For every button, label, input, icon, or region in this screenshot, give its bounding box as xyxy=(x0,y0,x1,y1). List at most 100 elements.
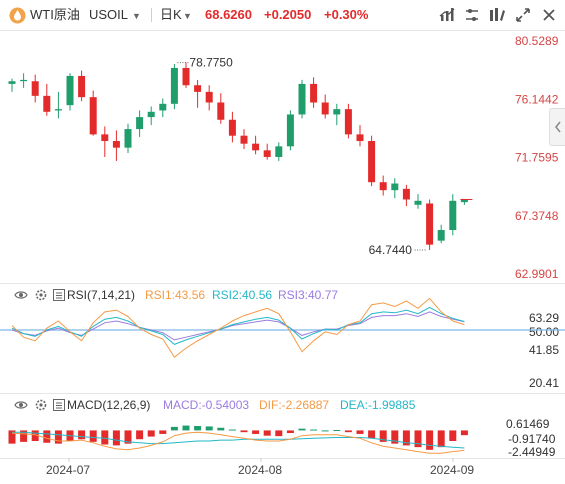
candle-body xyxy=(344,109,352,135)
macd-histogram-bar xyxy=(356,430,364,434)
macd-histogram-bar xyxy=(159,430,167,434)
candle-body xyxy=(240,135,248,144)
macd-histogram-bar xyxy=(170,426,178,431)
macd-axis-label: 0.61469 xyxy=(506,417,550,431)
candle-body xyxy=(275,146,283,157)
candle-body xyxy=(414,200,422,205)
macd-histogram-bar xyxy=(78,430,86,440)
macd-histogram-bar xyxy=(333,429,341,431)
macd-title: MACD(12,26,9) xyxy=(67,398,151,412)
macd-histogram-bar xyxy=(275,430,283,437)
macd-histogram-bar xyxy=(136,430,144,440)
candle-body xyxy=(66,75,74,106)
price-axis-label: 76.1442 xyxy=(515,92,559,106)
gear-icon[interactable] xyxy=(34,288,48,302)
candle-body xyxy=(159,103,167,111)
candle-body xyxy=(252,143,260,151)
candle-body xyxy=(228,119,236,136)
candle-body xyxy=(194,85,202,92)
gear-icon[interactable] xyxy=(34,398,48,412)
candle-body xyxy=(321,102,329,115)
high-annotation: 78.7750 xyxy=(189,56,233,70)
time-axis-label: 2024-07 xyxy=(46,463,90,477)
macd-histogram-bar xyxy=(228,429,236,431)
candle-body xyxy=(286,114,294,147)
macd-histogram-bar xyxy=(43,430,51,443)
candle-body xyxy=(8,81,16,84)
macd-histogram-bar xyxy=(112,430,120,446)
rsi-axis-label: 41.85 xyxy=(529,343,559,357)
candle-body xyxy=(402,188,410,200)
candle-body xyxy=(31,81,39,96)
macd-histogram-bar xyxy=(54,430,62,444)
rsi1-line xyxy=(11,297,465,358)
macd-histogram-bar xyxy=(263,430,271,436)
dif-value: DIF:-2.26887 xyxy=(259,398,330,412)
candle-body xyxy=(379,182,387,191)
candle-body xyxy=(20,79,28,82)
indicator-list-icon[interactable] xyxy=(53,399,65,411)
candle-body xyxy=(449,200,457,231)
macd-histogram-bar xyxy=(298,428,306,431)
candle-body xyxy=(333,109,341,115)
candle-body xyxy=(89,97,97,135)
side-panel-toggle[interactable] xyxy=(549,108,565,146)
rsi-axis-label: 50.00 xyxy=(529,325,559,339)
eye-icon[interactable] xyxy=(14,398,28,412)
chevron-left-icon xyxy=(555,121,561,133)
macd-histogram-bar xyxy=(89,430,97,442)
rsi-axis-label: 20.41 xyxy=(529,376,559,390)
candle-body xyxy=(205,91,213,103)
price-axis-label: 62.9901 xyxy=(515,267,559,281)
time-axis-label: 2024-08 xyxy=(238,463,282,477)
candle-body xyxy=(147,111,155,118)
candle-body xyxy=(101,134,109,142)
macd-histogram-bar xyxy=(426,430,434,450)
macd-histogram-bar xyxy=(286,430,294,434)
macd-value: MACD:-0.54003 xyxy=(163,398,250,412)
macd-axis-label: -2.44949 xyxy=(508,445,556,459)
candle-body xyxy=(124,129,132,148)
indicator-list-icon[interactable] xyxy=(53,289,65,301)
eye-icon[interactable] xyxy=(14,288,28,302)
rsi-title: RSI(7,14,21) xyxy=(67,288,136,302)
candle-body xyxy=(170,67,178,104)
candle-body xyxy=(298,83,306,115)
macd-histogram-bar xyxy=(194,426,202,431)
price-axis-label: 80.5289 xyxy=(515,34,559,48)
rsi-axis-label: 63.29 xyxy=(529,311,559,325)
macd-histogram-bar xyxy=(252,430,260,434)
macd-histogram-bar xyxy=(368,430,376,439)
candle-body xyxy=(78,75,86,98)
candle-body xyxy=(356,134,364,142)
macd-histogram-bar xyxy=(147,430,155,437)
macd-axis-label: -0.91740 xyxy=(508,432,556,446)
candle-body xyxy=(263,150,271,157)
candle-body xyxy=(368,141,376,183)
rsi-header: RSI(7,14,21) RSI1:43.56 RSI2:40.56 RSI3:… xyxy=(0,288,400,302)
dea-value: DEA:-1.99885 xyxy=(340,398,416,412)
candle-body xyxy=(437,230,445,241)
macd-histogram-bar xyxy=(101,430,109,445)
candle-body xyxy=(136,117,144,130)
macd-header: MACD(12,26,9) MACD:-0.54003 DIF:-2.26887… xyxy=(0,398,440,412)
macd-histogram-bar xyxy=(205,426,213,431)
price-axis-label: 67.3748 xyxy=(515,209,559,223)
macd-histogram-bar xyxy=(182,425,190,431)
low-annotation: 64.7440 xyxy=(369,243,413,257)
macd-histogram-bar xyxy=(449,430,457,441)
macd-histogram-bar xyxy=(344,430,352,433)
price-axis-label: 71.7595 xyxy=(515,151,559,165)
rsi1-value: RSI1:43.56 xyxy=(145,288,206,302)
macd-histogram-bar xyxy=(414,430,422,448)
macd-histogram-bar xyxy=(310,429,318,431)
macd-histogram-bar xyxy=(217,427,225,431)
macd-histogram-bar xyxy=(240,430,248,433)
candle-body xyxy=(391,183,399,191)
macd-histogram-bar xyxy=(460,430,468,436)
candle-body xyxy=(426,203,434,245)
candle-body xyxy=(182,67,190,86)
candle-body xyxy=(112,141,120,148)
macd-histogram-bar xyxy=(321,430,329,432)
candle-body xyxy=(54,109,62,111)
